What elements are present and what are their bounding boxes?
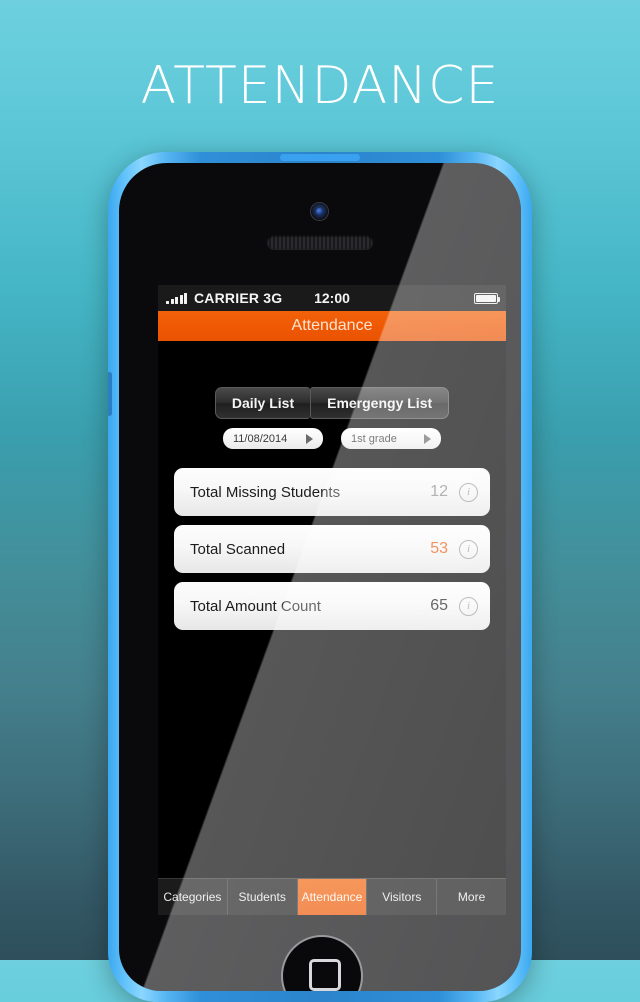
app-screen: CARRIER 3G 12:00 Attendance Daily List E… (158, 285, 506, 915)
tab-visitors[interactable]: Visitors (367, 879, 438, 915)
status-bar-clock: 12:00 (314, 290, 350, 306)
nav-bar-title: Attendance (291, 317, 373, 334)
triangle-right-icon (424, 433, 431, 444)
list-item-value: 53 (430, 540, 448, 557)
info-icon[interactable]: i (459, 539, 478, 559)
list-item-value: 65 (430, 597, 448, 614)
list-item-label: Total Amount Count (190, 597, 321, 615)
segment-daily-list[interactable]: Daily List (214, 387, 311, 419)
phone-volume-button[interactable] (108, 372, 112, 416)
tab-attendance[interactable]: Attendance (297, 879, 368, 915)
list-item[interactable]: Total Amount Count 65 i (174, 582, 490, 630)
segmented-control: Daily List Emergengy List (158, 387, 506, 419)
tab-more[interactable]: More (437, 879, 506, 915)
list-item-value: 12 (430, 483, 448, 500)
date-selector[interactable]: 11/08/2014 (223, 428, 323, 449)
filter-bar: 11/08/2014 1st grade (158, 428, 506, 449)
triangle-right-icon (306, 433, 313, 444)
phone-device: CARRIER 3G 12:00 Attendance Daily List E… (108, 152, 532, 1002)
info-icon[interactable]: i (459, 482, 478, 502)
tab-bar: Categories Students Attendance Visitors … (158, 878, 506, 915)
battery-icon (474, 292, 500, 304)
tab-categories[interactable]: Categories (158, 879, 228, 915)
segment-emergency-list[interactable]: Emergengy List (310, 387, 450, 419)
home-button[interactable] (281, 935, 363, 991)
phone-front-face: CARRIER 3G 12:00 Attendance Daily List E… (119, 163, 521, 991)
earpiece-speaker-icon (267, 235, 373, 249)
list-item[interactable]: Total Missing Students 12 i (174, 468, 490, 516)
status-bar: CARRIER 3G 12:00 (158, 285, 506, 311)
signal-bars-icon (166, 292, 187, 304)
list-item-label: Total Missing Students (190, 483, 341, 501)
phone-top-slot (280, 154, 360, 161)
carrier-label: CARRIER 3G (194, 290, 283, 306)
list-item-label: Total Scanned (190, 540, 286, 558)
front-camera-icon (311, 203, 328, 220)
info-icon[interactable]: i (459, 596, 478, 616)
tab-students[interactable]: Students (228, 879, 298, 915)
grade-selector-value: 1st grade (351, 432, 397, 445)
nav-bar: Attendance (158, 311, 506, 341)
page-title: ATTENDANCE (140, 56, 500, 116)
date-selector-value: 11/08/2014 (233, 432, 288, 445)
summary-list: Total Missing Students 12 i Total Scanne… (158, 468, 506, 630)
grade-selector[interactable]: 1st grade (341, 428, 441, 449)
list-item[interactable]: Total Scanned 53 i (174, 525, 490, 573)
